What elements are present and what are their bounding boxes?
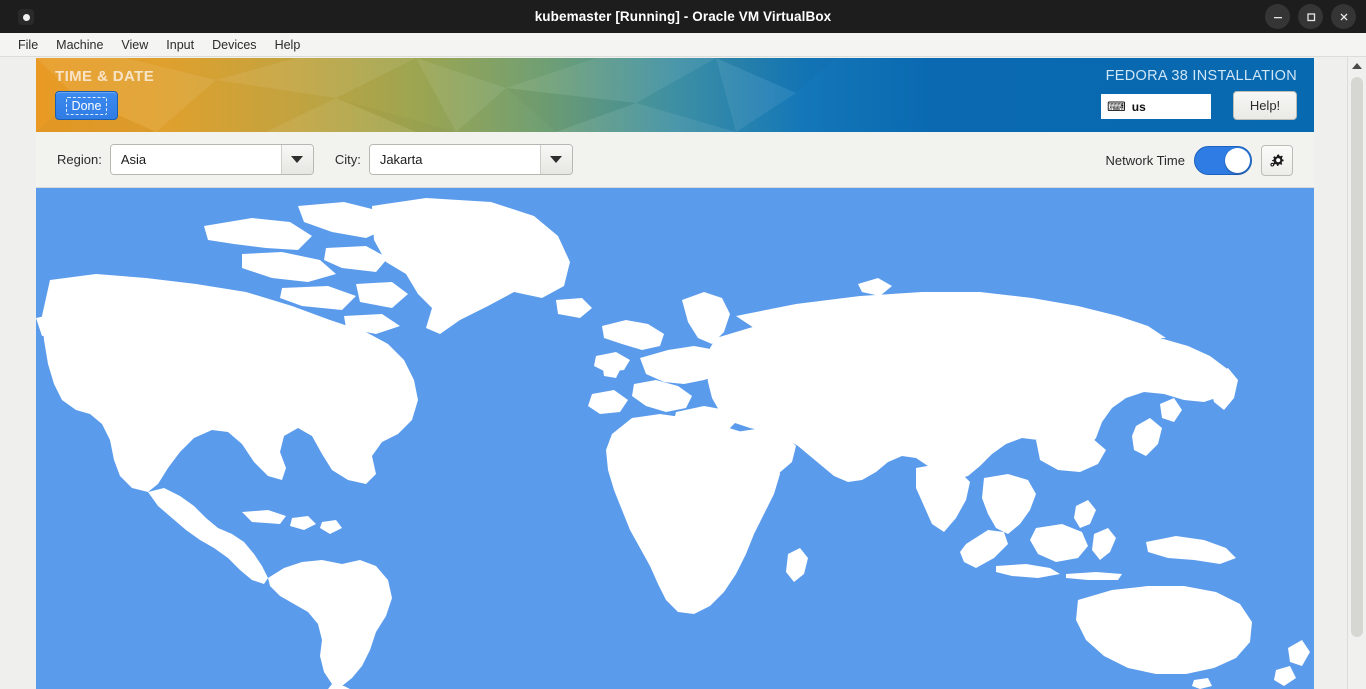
spoke-title: TIME & DATE xyxy=(55,68,155,85)
region-label: Region: xyxy=(57,152,102,167)
close-button[interactable] xyxy=(1331,4,1356,29)
region-value: Asia xyxy=(110,145,281,174)
help-button[interactable]: Help! xyxy=(1233,91,1297,120)
city-label: City: xyxy=(334,152,361,167)
gear-icon xyxy=(1270,154,1284,167)
menu-help[interactable]: Help xyxy=(266,34,310,56)
guest-screen: TIME & DATE Done FEDORA 38 INSTALLATION … xyxy=(0,57,1366,689)
region-combobox[interactable]: Asia xyxy=(109,144,314,175)
scrollbar-thumb[interactable] xyxy=(1351,77,1363,637)
product-title: FEDORA 38 INSTALLATION xyxy=(1105,68,1297,84)
network-time-settings-button[interactable] xyxy=(1261,144,1293,176)
network-time-group: Network Time xyxy=(1106,132,1293,188)
minimize-button[interactable] xyxy=(1265,4,1290,29)
network-time-toggle[interactable] xyxy=(1194,145,1252,175)
region-chevron-down-icon[interactable] xyxy=(280,145,313,174)
city-value: Jakarta xyxy=(369,145,540,174)
menu-bar: File Machine View Input Devices Help xyxy=(0,33,1366,57)
world-map[interactable] xyxy=(36,188,1314,689)
menu-devices[interactable]: Devices xyxy=(203,34,265,56)
done-button[interactable]: Done xyxy=(55,91,118,120)
done-button-label: Done xyxy=(65,96,108,115)
keyboard-icon: ⌨ xyxy=(1107,99,1126,114)
menu-file[interactable]: File xyxy=(9,34,47,56)
window-title: kubemaster [Running] - Oracle VM Virtual… xyxy=(534,9,832,24)
menu-view[interactable]: View xyxy=(112,34,157,56)
keyboard-layout-label: us xyxy=(1131,99,1146,114)
installer-header: TIME & DATE Done FEDORA 38 INSTALLATION … xyxy=(36,58,1314,132)
scroll-up-arrow-icon[interactable] xyxy=(1348,57,1366,74)
world-map-svg xyxy=(36,188,1314,689)
maximize-button[interactable] xyxy=(1298,4,1323,29)
timezone-toolbar: Region: Asia City: Jakarta Network Time xyxy=(36,132,1314,188)
city-combobox[interactable]: Jakarta xyxy=(368,144,573,175)
vm-status-icon xyxy=(18,9,34,25)
network-time-label: Network Time xyxy=(1105,152,1185,168)
city-chevron-down-icon[interactable] xyxy=(539,145,572,174)
menu-machine[interactable]: Machine xyxy=(47,34,112,56)
menu-input[interactable]: Input xyxy=(157,34,203,56)
help-button-label: Help! xyxy=(1249,98,1281,113)
vbox-titlebar: kubemaster [Running] - Oracle VM Virtual… xyxy=(0,0,1366,33)
toggle-knob xyxy=(1225,147,1250,173)
keyboard-layout-indicator[interactable]: ⌨ us xyxy=(1101,94,1211,119)
window-controls xyxy=(1265,4,1356,29)
vertical-scrollbar[interactable] xyxy=(1347,57,1366,689)
